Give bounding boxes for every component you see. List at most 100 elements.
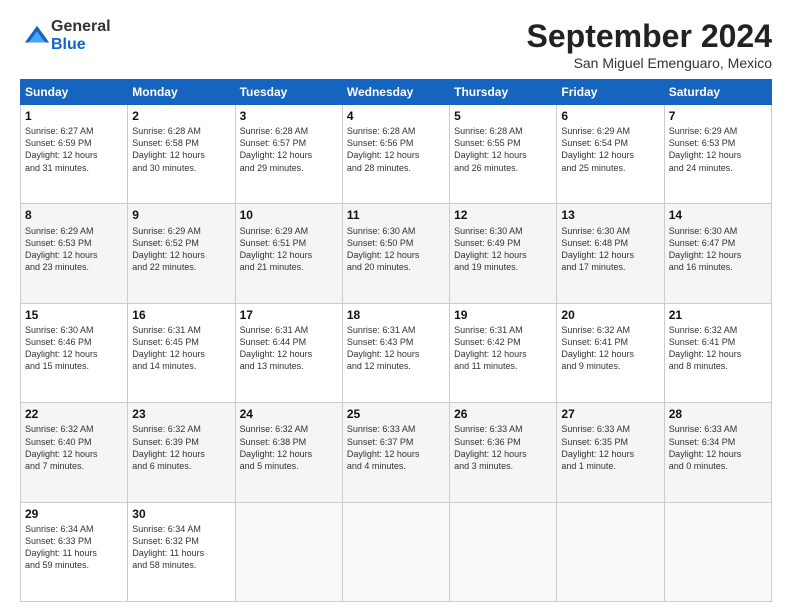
week-row-4: 22Sunrise: 6:32 AMSunset: 6:40 PMDayligh… [21, 403, 772, 502]
calendar-cell: 3Sunrise: 6:28 AMSunset: 6:57 PMDaylight… [235, 105, 342, 204]
day-number: 26 [454, 406, 552, 422]
calendar-cell: 4Sunrise: 6:28 AMSunset: 6:56 PMDaylight… [342, 105, 449, 204]
day-info-line: Sunrise: 6:29 AM [25, 225, 123, 237]
calendar-cell: 8Sunrise: 6:29 AMSunset: 6:53 PMDaylight… [21, 204, 128, 303]
day-info-line: and 58 minutes. [132, 559, 230, 571]
day-number: 13 [561, 207, 659, 223]
day-info-line: and 11 minutes. [454, 360, 552, 372]
day-info-line: Sunrise: 6:31 AM [240, 324, 338, 336]
day-info-line: Daylight: 12 hours [347, 448, 445, 460]
day-info-line: Daylight: 12 hours [240, 249, 338, 261]
day-info-line: Sunset: 6:33 PM [25, 535, 123, 547]
day-info-line: Sunrise: 6:33 AM [454, 423, 552, 435]
day-info-line: Sunset: 6:59 PM [25, 137, 123, 149]
day-info-line: and 3 minutes. [454, 460, 552, 472]
month-title: September 2024 [527, 18, 772, 55]
day-info-line: Sunset: 6:32 PM [132, 535, 230, 547]
day-number: 19 [454, 307, 552, 323]
day-info-line: Sunrise: 6:30 AM [25, 324, 123, 336]
calendar-cell: 1Sunrise: 6:27 AMSunset: 6:59 PMDaylight… [21, 105, 128, 204]
page: General Blue September 2024 San Miguel E… [0, 0, 792, 612]
day-info-line: and 25 minutes. [561, 162, 659, 174]
day-info-line: Sunset: 6:47 PM [669, 237, 767, 249]
day-number: 17 [240, 307, 338, 323]
day-number: 11 [347, 207, 445, 223]
day-info-line: and 8 minutes. [669, 360, 767, 372]
day-info-line: Sunset: 6:45 PM [132, 336, 230, 348]
calendar-cell [450, 502, 557, 601]
day-info-line: Sunset: 6:35 PM [561, 436, 659, 448]
day-info-line: Sunset: 6:58 PM [132, 137, 230, 149]
day-info-line: Daylight: 12 hours [25, 448, 123, 460]
day-info-line: Sunset: 6:52 PM [132, 237, 230, 249]
day-info-line: and 7 minutes. [25, 460, 123, 472]
logo: General Blue [20, 18, 111, 53]
calendar-cell: 23Sunrise: 6:32 AMSunset: 6:39 PMDayligh… [128, 403, 235, 502]
day-info-line: Sunrise: 6:33 AM [347, 423, 445, 435]
weekday-thursday: Thursday [450, 80, 557, 105]
day-info-line: Sunset: 6:46 PM [25, 336, 123, 348]
calendar-cell: 19Sunrise: 6:31 AMSunset: 6:42 PMDayligh… [450, 303, 557, 402]
day-info-line: Daylight: 12 hours [561, 348, 659, 360]
day-number: 2 [132, 108, 230, 124]
day-info-line: Sunset: 6:57 PM [240, 137, 338, 149]
weekday-tuesday: Tuesday [235, 80, 342, 105]
day-info-line: and 15 minutes. [25, 360, 123, 372]
day-info-line: Sunset: 6:49 PM [454, 237, 552, 249]
day-info-line: Sunset: 6:56 PM [347, 137, 445, 149]
day-info-line: Sunrise: 6:28 AM [454, 125, 552, 137]
day-info-line: Daylight: 12 hours [347, 149, 445, 161]
week-row-2: 8Sunrise: 6:29 AMSunset: 6:53 PMDaylight… [21, 204, 772, 303]
day-info-line: Daylight: 12 hours [132, 149, 230, 161]
day-number: 5 [454, 108, 552, 124]
day-info-line: Daylight: 12 hours [669, 348, 767, 360]
day-info-line: Sunset: 6:54 PM [561, 137, 659, 149]
day-info-line: Sunset: 6:53 PM [669, 137, 767, 149]
day-number: 7 [669, 108, 767, 124]
day-number: 21 [669, 307, 767, 323]
day-info-line: and 17 minutes. [561, 261, 659, 273]
day-info-line: and 4 minutes. [347, 460, 445, 472]
day-info-line: Sunset: 6:37 PM [347, 436, 445, 448]
calendar-cell: 21Sunrise: 6:32 AMSunset: 6:41 PMDayligh… [664, 303, 771, 402]
day-info-line: Sunset: 6:41 PM [561, 336, 659, 348]
day-number: 14 [669, 207, 767, 223]
day-info-line: Daylight: 12 hours [132, 448, 230, 460]
calendar-table: SundayMondayTuesdayWednesdayThursdayFrid… [20, 79, 772, 602]
logo-icon [23, 22, 51, 50]
day-info-line: Daylight: 12 hours [454, 448, 552, 460]
day-info-line: Daylight: 12 hours [669, 448, 767, 460]
calendar-cell: 15Sunrise: 6:30 AMSunset: 6:46 PMDayligh… [21, 303, 128, 402]
calendar-cell: 5Sunrise: 6:28 AMSunset: 6:55 PMDaylight… [450, 105, 557, 204]
day-info-line: Sunrise: 6:29 AM [240, 225, 338, 237]
calendar-cell: 6Sunrise: 6:29 AMSunset: 6:54 PMDaylight… [557, 105, 664, 204]
day-info-line: Daylight: 12 hours [561, 249, 659, 261]
day-info-line: and 5 minutes. [240, 460, 338, 472]
day-info-line: Sunrise: 6:32 AM [561, 324, 659, 336]
weekday-wednesday: Wednesday [342, 80, 449, 105]
day-info-line: Daylight: 12 hours [25, 249, 123, 261]
day-info-line: Daylight: 11 hours [132, 547, 230, 559]
day-info-line: Daylight: 12 hours [347, 348, 445, 360]
day-number: 4 [347, 108, 445, 124]
day-info-line: Sunrise: 6:30 AM [347, 225, 445, 237]
day-number: 8 [25, 207, 123, 223]
day-number: 22 [25, 406, 123, 422]
calendar-cell: 11Sunrise: 6:30 AMSunset: 6:50 PMDayligh… [342, 204, 449, 303]
day-info-line: and 29 minutes. [240, 162, 338, 174]
day-info-line: Sunset: 6:42 PM [454, 336, 552, 348]
day-info-line: and 31 minutes. [25, 162, 123, 174]
day-number: 20 [561, 307, 659, 323]
calendar-cell: 27Sunrise: 6:33 AMSunset: 6:35 PMDayligh… [557, 403, 664, 502]
day-info-line: and 0 minutes. [669, 460, 767, 472]
calendar-cell: 18Sunrise: 6:31 AMSunset: 6:43 PMDayligh… [342, 303, 449, 402]
day-number: 6 [561, 108, 659, 124]
day-number: 1 [25, 108, 123, 124]
day-info-line: and 21 minutes. [240, 261, 338, 273]
calendar-cell: 22Sunrise: 6:32 AMSunset: 6:40 PMDayligh… [21, 403, 128, 502]
week-row-1: 1Sunrise: 6:27 AMSunset: 6:59 PMDaylight… [21, 105, 772, 204]
day-info-line: Sunset: 6:40 PM [25, 436, 123, 448]
day-info-line: Sunrise: 6:32 AM [25, 423, 123, 435]
day-info-line: and 16 minutes. [669, 261, 767, 273]
calendar-cell [342, 502, 449, 601]
